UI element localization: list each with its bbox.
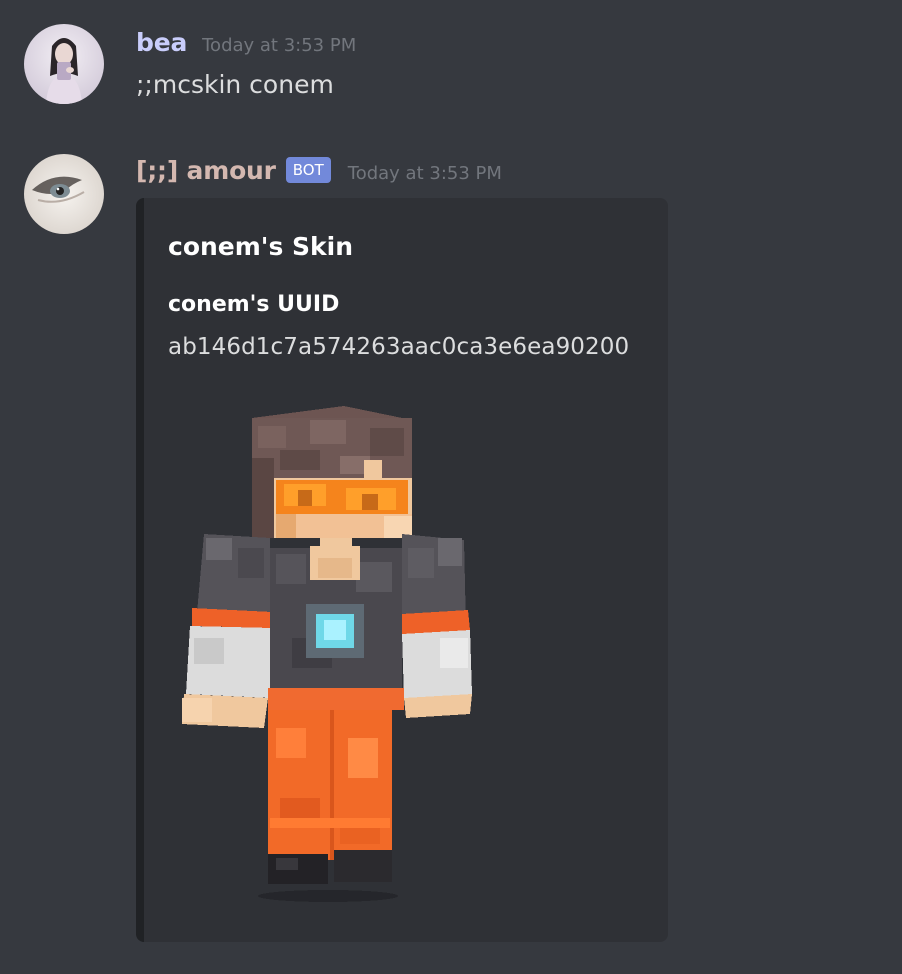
- embed-field-name: conem's UUID: [168, 292, 340, 317]
- avatar-amour[interactable]: [24, 154, 104, 234]
- embed: conem's Skin conem's UUID ab146d1c7a5742…: [136, 198, 668, 942]
- chat-messages: bea Today at 3:53 PM ;;mcskin conem [;;]…: [0, 0, 902, 974]
- embed-image[interactable]: [180, 398, 476, 908]
- timestamp[interactable]: Today at 3:53 PM: [348, 163, 502, 184]
- embed-field-value: ab146d1c7a574263aac0ca3e6ea90200: [168, 334, 630, 360]
- timestamp[interactable]: Today at 3:53 PM: [202, 35, 356, 56]
- bot-tag: BOT: [285, 157, 331, 183]
- avatar-bea[interactable]: [24, 24, 104, 104]
- username-bea[interactable]: bea: [136, 28, 187, 57]
- username-amour[interactable]: [;;] amour: [136, 156, 276, 185]
- message-content: ;;mcskin conem: [136, 70, 334, 99]
- minecraft-skin-render: [182, 406, 472, 902]
- embed-title: conem's Skin: [168, 232, 354, 261]
